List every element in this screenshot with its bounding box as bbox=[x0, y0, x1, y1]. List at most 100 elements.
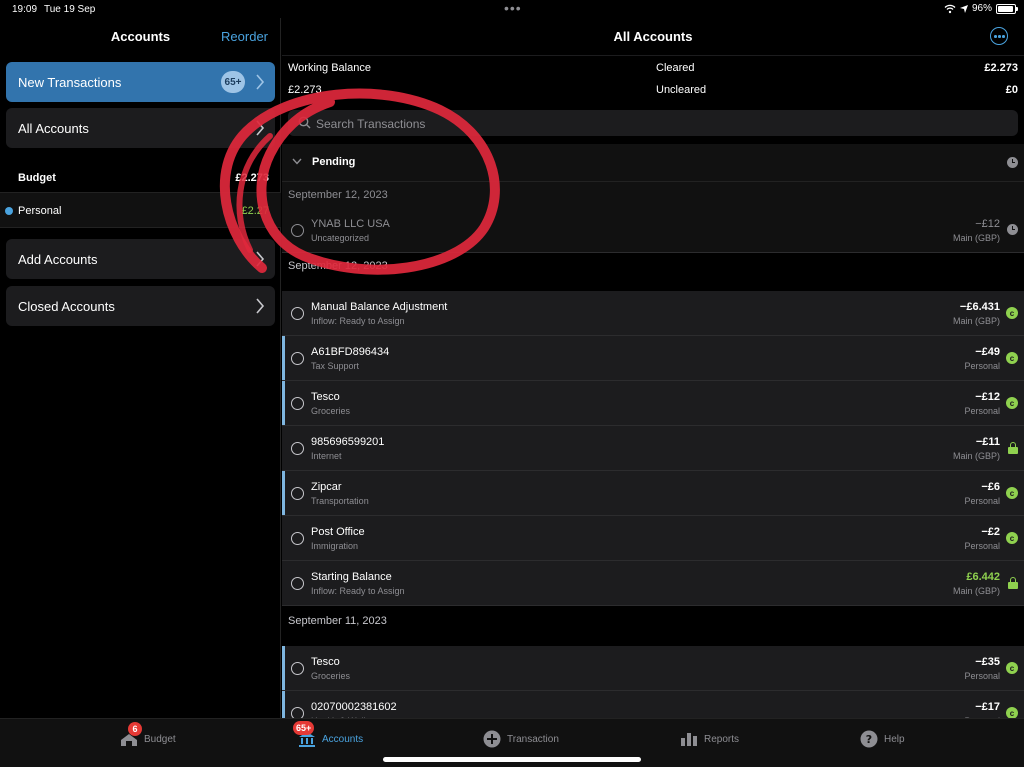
battery-icon bbox=[996, 3, 1018, 14]
tab-accounts-label: Accounts bbox=[322, 733, 364, 745]
lock-icon bbox=[1008, 442, 1018, 454]
location-icon bbox=[959, 4, 968, 13]
all-accounts-button[interactable]: All Accounts bbox=[6, 108, 275, 148]
search-placeholder: Search Transactions bbox=[316, 117, 426, 131]
select-circle[interactable] bbox=[291, 487, 304, 500]
closed-accounts-button[interactable]: Closed Accounts bbox=[6, 286, 275, 326]
battery-percent: 96% bbox=[971, 3, 992, 14]
cleared-icon[interactable]: c bbox=[1006, 352, 1018, 364]
clock-icon bbox=[1007, 224, 1018, 235]
select-circle[interactable] bbox=[291, 662, 304, 675]
main-header: All Accounts bbox=[282, 18, 1024, 56]
accounts-sidebar: Accounts Reorder New Transactions 65+ Al… bbox=[0, 18, 281, 718]
transaction-amount: −£49 bbox=[975, 346, 1000, 358]
cleared-icon[interactable]: c bbox=[1006, 707, 1018, 718]
tab-transaction-label: Transaction bbox=[507, 733, 559, 745]
budget-group-header: Budget £2.273 bbox=[0, 166, 281, 192]
transaction-row[interactable]: A61BFD896434 Tax Support −£49 Personal c bbox=[282, 336, 1024, 381]
transaction-account: Main (GBP) bbox=[952, 316, 1000, 326]
transaction-amount: −£17 bbox=[975, 701, 1000, 713]
cleared-value: £2.273 bbox=[984, 62, 1018, 74]
transaction-payee: Zipcar bbox=[311, 481, 342, 493]
more-icon[interactable] bbox=[990, 27, 1008, 45]
transaction-row[interactable]: Starting Balance Inflow: Ready to Assign £… bbox=[282, 561, 1024, 606]
select-circle[interactable] bbox=[291, 532, 304, 545]
uncleared-value: £0 bbox=[1005, 84, 1018, 96]
cleared-icon[interactable]: c bbox=[1006, 397, 1018, 409]
tab-budget[interactable]: 6 Budget bbox=[120, 722, 176, 751]
chevron-right-icon bbox=[256, 74, 265, 90]
transaction-payee: Post Office bbox=[311, 526, 365, 538]
transaction-account: Personal bbox=[964, 406, 1000, 416]
tab-reports[interactable]: Reports bbox=[680, 727, 739, 751]
transaction-amount: −£6 bbox=[981, 481, 1000, 493]
add-accounts-button[interactable]: Add Accounts bbox=[6, 239, 275, 279]
transaction-category: Inflow: Ready to Assign bbox=[311, 586, 405, 596]
wifi-icon bbox=[944, 4, 956, 13]
search-input[interactable]: Search Transactions bbox=[288, 110, 1018, 136]
svg-text:?: ? bbox=[866, 733, 872, 746]
pending-transaction-row[interactable]: YNAB LLC USA Uncategorized −£12 Main (GB… bbox=[282, 208, 1024, 253]
transaction-row[interactable]: Tesco Groceries −£12 Personal c bbox=[282, 381, 1024, 426]
date-group-header: September 11, 2023 bbox=[282, 608, 1024, 634]
new-transactions-count: 65+ bbox=[221, 71, 245, 93]
closed-accounts-label: Closed Accounts bbox=[18, 298, 115, 314]
transaction-row[interactable]: Zipcar Transportation −£6 Personal c bbox=[282, 471, 1024, 516]
tab-help-label: Help bbox=[884, 733, 905, 745]
transaction-row[interactable]: 02070002381602Health & Wellness−£17Perso… bbox=[282, 691, 1024, 718]
all-accounts-label: All Accounts bbox=[18, 120, 89, 136]
cleared-icon[interactable]: c bbox=[1006, 307, 1018, 319]
transaction-account: Personal bbox=[964, 496, 1000, 506]
tab-bar: 6 Budget 65+ Accounts Transaction Report… bbox=[0, 718, 1024, 767]
status-bar: 19:09 Tue 19 Sep ••• 96% bbox=[0, 0, 1024, 18]
select-circle[interactable] bbox=[291, 397, 304, 410]
page-title: All Accounts bbox=[613, 29, 693, 44]
pending-section-header[interactable]: Pending bbox=[282, 144, 1024, 182]
search-icon bbox=[298, 116, 311, 129]
add-transaction-icon bbox=[483, 730, 501, 748]
sidebar-item-personal[interactable]: Personal £2.27 bbox=[0, 192, 281, 228]
transaction-payee: Tesco bbox=[311, 391, 340, 403]
select-circle[interactable] bbox=[291, 352, 304, 365]
transaction-category: Tax Support bbox=[311, 361, 360, 371]
transaction-category: Transportation bbox=[311, 496, 369, 506]
transaction-category: Groceries bbox=[311, 406, 351, 416]
budget-amount: £2.273 bbox=[235, 172, 269, 184]
transaction-amount: −£11 bbox=[975, 436, 1000, 448]
cleared-icon[interactable]: c bbox=[1006, 662, 1018, 674]
working-balance-label: Working Balance bbox=[288, 62, 371, 74]
transaction-row[interactable]: Manual Balance Adjustment Inflow: Ready t… bbox=[282, 291, 1024, 336]
reports-icon bbox=[681, 733, 697, 746]
tab-reports-label: Reports bbox=[704, 733, 740, 745]
transaction-payee: 985696599201 bbox=[311, 436, 385, 448]
select-circle[interactable] bbox=[291, 307, 304, 320]
transaction-category: Groceries bbox=[311, 671, 351, 681]
new-transactions-button[interactable]: New Transactions 65+ bbox=[6, 62, 275, 102]
transaction-row[interactable]: Post Office Immigration −£2 Personal c bbox=[282, 516, 1024, 561]
transaction-payee: Manual Balance Adjustment bbox=[311, 301, 448, 313]
date-group-header: September 12, 2023 bbox=[282, 253, 1024, 279]
reorder-button[interactable]: Reorder bbox=[221, 29, 268, 44]
tab-transaction[interactable]: Transaction bbox=[483, 727, 559, 751]
transaction-row[interactable]: Tesco Groceries −£35 Personal c bbox=[282, 646, 1024, 691]
home-indicator[interactable] bbox=[383, 757, 641, 762]
select-circle[interactable] bbox=[291, 577, 304, 590]
status-date: Tue 19 Sep bbox=[44, 4, 96, 15]
clock-icon bbox=[1007, 157, 1018, 168]
cleared-icon[interactable]: c bbox=[1006, 532, 1018, 544]
transaction-category: Internet bbox=[311, 451, 342, 461]
status-right: 96% bbox=[944, 3, 1018, 14]
select-circle[interactable] bbox=[291, 442, 304, 455]
select-circle[interactable] bbox=[291, 224, 304, 237]
pending-date-header: September 12, 2023 bbox=[282, 182, 1024, 208]
transaction-account: Personal bbox=[964, 541, 1000, 551]
personal-amount: £2.27 bbox=[241, 205, 269, 217]
transaction-account: Main (GBP) bbox=[952, 233, 1000, 243]
budget-tab-badge: 6 bbox=[128, 722, 142, 736]
cleared-icon[interactable]: c bbox=[1006, 487, 1018, 499]
tab-help[interactable]: ? Help bbox=[860, 727, 905, 751]
multitasking-dots-icon[interactable]: ••• bbox=[504, 0, 522, 16]
select-circle[interactable] bbox=[291, 707, 304, 718]
transaction-row[interactable]: 985696599201 Internet −£11 Main (GBP) bbox=[282, 426, 1024, 471]
tab-accounts[interactable]: 65+ Accounts bbox=[293, 721, 364, 751]
